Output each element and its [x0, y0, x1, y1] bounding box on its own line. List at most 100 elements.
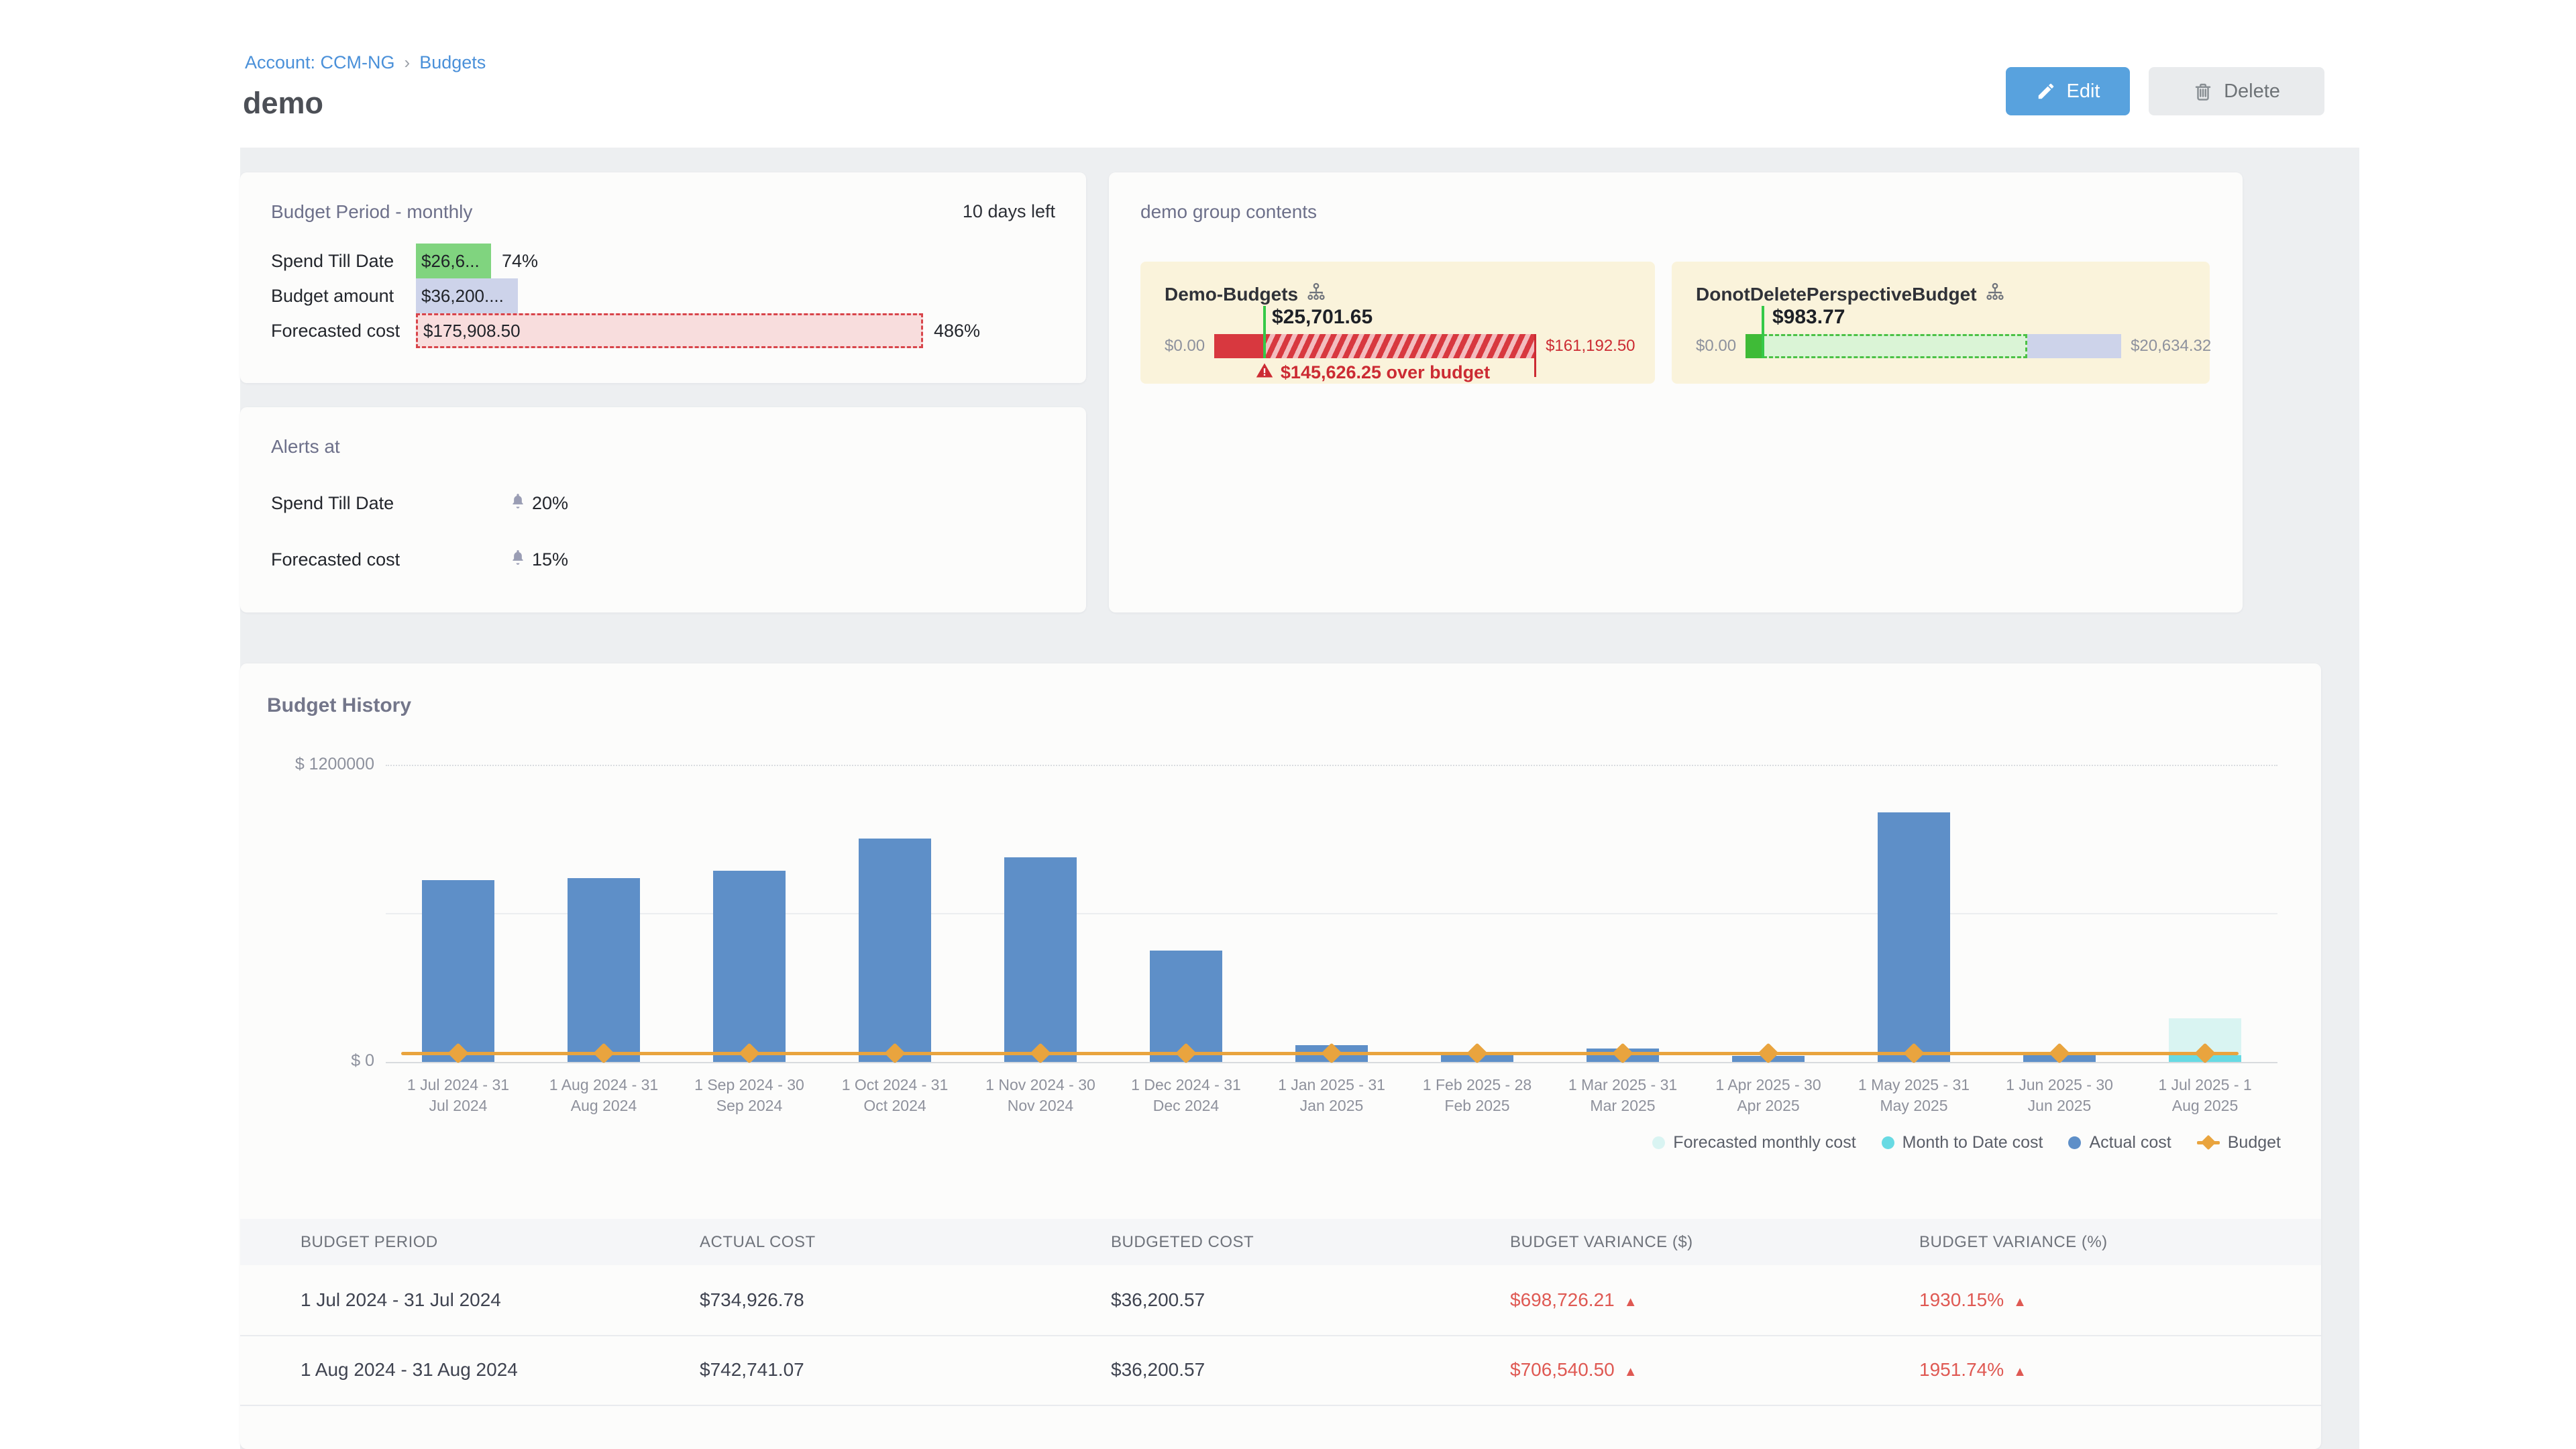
budget-period-card: Budget Period - monthly 10 days left Spe… [240, 172, 1086, 383]
legend-item[interactable]: Budget [2197, 1133, 2281, 1152]
warning-triangle-icon [1255, 361, 1274, 384]
x-axis-label: 1 Apr 2025 - 30Apr 2025 [1696, 1075, 1841, 1116]
gridline-mid [386, 913, 2277, 914]
alert-value: 20% [532, 493, 568, 514]
table-cell: $36,200.57 [1111, 1289, 1218, 1311]
row-label: Spend Till Date [271, 244, 416, 278]
breadcrumb-budgets-link[interactable]: Budgets [419, 52, 486, 72]
x-axis-label: 1 May 2025 - 31May 2025 [1841, 1075, 1986, 1116]
legend-label: Forecasted monthly cost [1673, 1133, 1856, 1152]
hierarchy-icon[interactable] [1306, 282, 1326, 307]
days-left-label: 10 days left [963, 201, 1055, 222]
actual-cost-bar[interactable] [1004, 857, 1077, 1062]
table-cell: $742,741.07 [700, 1359, 818, 1381]
legend-item[interactable]: Actual cost [2068, 1133, 2171, 1152]
budget-period-rows: Spend Till Date $26,6... 74% Budget amou… [271, 244, 1059, 348]
up-arrow-icon: ▲ [2013, 1295, 2027, 1310]
up-arrow-icon: ▲ [2013, 1364, 2027, 1380]
forecasted-cost-bar[interactable]: $175,908.50 [416, 313, 923, 348]
group-contents-card: demo group contents Demo-Budgets $25,701… [1109, 172, 2243, 612]
x-axis-label: 1 Aug 2024 - 31Aug 2024 [531, 1075, 676, 1116]
x-axis-label: 1 Jul 2025 - 1Aug 2025 [2133, 1075, 2277, 1116]
table-cell: $734,926.78 [700, 1289, 818, 1311]
delete-button[interactable]: Delete [2149, 67, 2324, 115]
up-arrow-icon: ▲ [1624, 1364, 1638, 1380]
legend-label: Month to Date cost [1902, 1133, 2043, 1152]
group-item-name: DonotDeletePerspectiveBudget [1696, 284, 1977, 305]
legend-label: Actual cost [2089, 1133, 2171, 1152]
breadcrumb: Account: CCM-NG › Budgets [245, 52, 486, 73]
budget-amount-row: Budget amount $36,200.... [271, 278, 1059, 313]
actual-cost-bar[interactable] [859, 839, 931, 1062]
actual-cost-bar[interactable] [713, 871, 786, 1062]
x-axis-label: 1 Jun 2025 - 30Jun 2025 [1987, 1075, 2132, 1116]
alert-label: Spend Till Date [271, 493, 394, 514]
actual-cost-bar[interactable] [422, 880, 494, 1062]
table-header-cell: ACTUAL COST [700, 1233, 829, 1252]
budget-amount-bar[interactable]: $36,200.... [416, 278, 518, 313]
group-item-name: Demo-Budgets [1165, 284, 1298, 305]
bar-min-label: $0.00 [1165, 337, 1205, 356]
x-axis-label: 1 Feb 2025 - 28Feb 2025 [1405, 1075, 1550, 1116]
variance-cell: $698,726.21▲ [1510, 1289, 1651, 1311]
table-cell: $36,200.57 [1111, 1359, 1218, 1381]
row-label: Forecasted cost [271, 313, 416, 348]
table-header-cell: BUDGET VARIANCE ($) [1510, 1233, 1707, 1252]
budget-history-chart: 1 Jul 2024 - 31Jul 20241 Aug 2024 - 31Au… [386, 765, 2277, 1062]
table-header-cell: BUDGET VARIANCE (%) [1919, 1233, 2121, 1252]
chart-legend: Forecasted monthly cost Month to Date cos… [1652, 1133, 2281, 1152]
x-axis-label: 1 Oct 2024 - 31Oct 2024 [822, 1075, 967, 1116]
gridline-top [386, 765, 2277, 766]
breadcrumb-account-link[interactable]: Account: CCM-NG [245, 52, 395, 72]
alerts-header: Alerts at [271, 436, 340, 458]
up-arrow-icon: ▲ [1624, 1295, 1638, 1310]
budget-period-header: Budget Period - monthly [271, 201, 472, 223]
demo-budgets-bar[interactable] [1214, 334, 1536, 358]
edit-button[interactable]: Edit [2006, 67, 2130, 115]
x-axis-label: 1 Jul 2024 - 31Jul 2024 [386, 1075, 531, 1116]
bar-min-label: $0.00 [1696, 337, 1736, 356]
legend-item[interactable]: Forecasted monthly cost [1652, 1133, 1856, 1152]
variance-cell: 1930.15%▲ [1919, 1289, 2040, 1311]
bell-icon [509, 492, 527, 515]
table-row: 1 Jul 2024 - 31 Jul 2024 $734,926.78 $36,2… [240, 1265, 2321, 1336]
y-axis-max-label: $ 1200000 [254, 755, 374, 774]
donotdelete-bar[interactable] [1746, 334, 2121, 358]
spend-marker-value: $983.77 [1772, 306, 1845, 329]
legend-item[interactable]: Month to Date cost [1882, 1133, 2043, 1152]
legend-marker-dot [1652, 1136, 1665, 1149]
legend-marker-dot [2068, 1136, 2081, 1149]
variance-cell: 1951.74%▲ [1919, 1359, 2040, 1381]
x-axis-label: 1 Mar 2025 - 31Mar 2025 [1550, 1075, 1695, 1116]
hierarchy-icon[interactable] [1985, 282, 2005, 307]
group-item-donotdelete[interactable]: DonotDeletePerspectiveBudget $983.77 $0.… [1672, 262, 2210, 384]
variance-cell: $706,540.50▲ [1510, 1359, 1651, 1381]
legend-label: Budget [2228, 1133, 2281, 1152]
group-header: demo group contents [1140, 201, 1317, 223]
page-title: demo [243, 86, 323, 121]
alert-row-forecast: Forecasted cost 15% [271, 549, 1055, 570]
x-axis-label: 1 Dec 2024 - 31Dec 2024 [1114, 1075, 1258, 1116]
legend-marker-line-diamond [2197, 1141, 2220, 1144]
x-axis-label: 1 Nov 2024 - 30Nov 2024 [968, 1075, 1113, 1116]
row-label: Budget amount [271, 278, 416, 313]
x-axis-label: 1 Jan 2025 - 31Jan 2025 [1259, 1075, 1404, 1116]
breadcrumb-separator: › [405, 52, 411, 72]
table-header-cell: BUDGETED COST [1111, 1233, 1267, 1252]
over-budget-warning: $145,626.25 over budget [1165, 361, 1580, 384]
x-axis-label: 1 Sep 2024 - 30Sep 2024 [677, 1075, 822, 1116]
spend-till-date-row: Spend Till Date $26,6... 74% [271, 244, 1059, 278]
spend-till-date-bar[interactable]: $26,6... [416, 244, 491, 278]
alert-label: Forecasted cost [271, 549, 400, 570]
pencil-icon [2036, 81, 2056, 101]
edit-button-label: Edit [2067, 80, 2100, 103]
trash-icon [2193, 81, 2213, 101]
bar-max-label: $20,634.32 [2131, 337, 2211, 356]
group-item-demo-budgets[interactable]: Demo-Budgets $25,701.65 $0.00 $161,192.5… [1140, 262, 1655, 384]
actual-cost-bar[interactable] [1878, 812, 1950, 1062]
y-axis-zero-label: $ 0 [254, 1051, 374, 1071]
table-cell: 1 Jul 2024 - 31 Jul 2024 [301, 1289, 515, 1311]
table-header-cell: BUDGET PERIOD [301, 1233, 451, 1252]
budget-line[interactable] [401, 1052, 2239, 1055]
actual-cost-bar[interactable] [568, 878, 640, 1062]
